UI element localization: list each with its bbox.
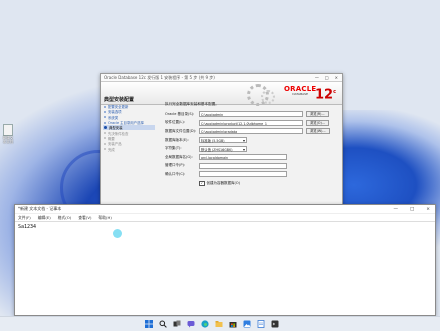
taskbar-icons bbox=[144, 319, 279, 328]
step-item: 完成 bbox=[103, 146, 155, 152]
minimize-button[interactable]: — bbox=[315, 75, 319, 80]
edge-browser-icon[interactable] bbox=[200, 319, 209, 328]
oracle-base-input[interactable]: C:\app\admin bbox=[199, 111, 303, 118]
step-dot-icon bbox=[104, 110, 106, 113]
charset-select[interactable]: 默认值 (ZHS16GBK) bbox=[199, 145, 247, 152]
db-edition-row: 数据库版本(E): 标准版 (5.5GB) bbox=[165, 136, 340, 145]
desktop-text-file-icon[interactable]: 新建文本文档 bbox=[2, 124, 14, 144]
notepad-minimize-button[interactable]: — bbox=[393, 207, 398, 212]
notepad-titlebar[interactable]: *新建 文本文档 - 记事本 — □ × bbox=[15, 205, 435, 214]
taskbar bbox=[0, 316, 440, 331]
file-explorer-icon[interactable] bbox=[214, 319, 223, 328]
step-dot-icon bbox=[104, 116, 106, 119]
installer-titlebar[interactable]: Oracle Database 12c 发行版 1 安装程序 - 第 5 步 (… bbox=[101, 74, 342, 82]
oracle-installer-window: Oracle Database 12c 发行版 1 安装程序 - 第 5 步 (… bbox=[100, 73, 343, 207]
step-dot-icon bbox=[104, 142, 106, 145]
admin-password-row: 管理口令(P): bbox=[165, 162, 340, 171]
step-dot-icon bbox=[104, 105, 106, 108]
container-db-checkbox-row[interactable]: ✓ 创建为容器数据库(O) bbox=[199, 180, 340, 187]
close-button[interactable]: × bbox=[335, 75, 338, 80]
admin-password-input[interactable] bbox=[199, 162, 287, 169]
menu-file[interactable]: 文件(F) bbox=[18, 215, 31, 221]
page-title: 典型安装配置 bbox=[104, 97, 135, 103]
maximize-button[interactable]: □ bbox=[325, 75, 329, 80]
notepad-text-area[interactable]: Sa1234 bbox=[15, 222, 435, 232]
installer-title: Oracle Database 12c 发行版 1 安装程序 - 第 5 步 (… bbox=[104, 74, 215, 80]
step-list: 配置安全更新 安装选项 系统类 Oracle 主目录用户选择 典型安装 先决条件… bbox=[103, 104, 155, 152]
charset-row: 字符集(T): 默认值 (ZHS16GBK) bbox=[165, 144, 340, 153]
notepad-title: *新建 文本文档 - 记事本 bbox=[18, 206, 62, 211]
step-dot-icon bbox=[104, 121, 106, 124]
container-db-label: 创建为容器数据库(O) bbox=[206, 181, 241, 185]
oracle-logo: ORACLE DATABASE bbox=[284, 85, 317, 96]
software-location-input[interactable]: C:\app\admin\product\12.1.0\dbhome_1 bbox=[199, 119, 303, 126]
menu-view[interactable]: 查看(V) bbox=[78, 215, 91, 221]
windows-start-icon[interactable] bbox=[144, 319, 153, 328]
global-db-name-row: 全局数据库名(G): orcl.localdomain bbox=[165, 153, 340, 162]
step-dot-icon bbox=[104, 137, 106, 140]
mouse-cursor-highlight bbox=[113, 229, 122, 238]
step-dot-icon bbox=[104, 132, 106, 135]
chat-icon[interactable] bbox=[186, 319, 195, 328]
version-logo: 12c bbox=[315, 87, 337, 103]
search-icon[interactable] bbox=[158, 319, 167, 328]
photos-icon[interactable] bbox=[242, 319, 251, 328]
global-db-name-input[interactable]: orcl.localdomain bbox=[199, 154, 287, 161]
oracle-base-row: Oracle 基目录(S): C:\app\admin 浏览(R)... bbox=[165, 110, 340, 119]
db-edition-select[interactable]: 标准版 (5.5GB) bbox=[199, 137, 247, 144]
menu-edit[interactable]: 编辑(E) bbox=[38, 215, 51, 221]
store-icon[interactable] bbox=[228, 319, 237, 328]
confirm-password-row: 确认口令(C): bbox=[165, 170, 340, 179]
step-dot-icon bbox=[104, 148, 106, 151]
step-dot-icon bbox=[104, 126, 107, 130]
notepad-window: *新建 文本文档 - 记事本 — □ × 文件(F) 编辑(E) 格式(O) 查… bbox=[14, 204, 436, 316]
db-file-location-input[interactable]: C:\app\admin\oradata bbox=[199, 128, 303, 135]
confirm-password-input[interactable] bbox=[199, 171, 287, 178]
container-db-checkbox[interactable]: ✓ bbox=[199, 180, 205, 187]
browse-base-button[interactable]: 浏览(R)... bbox=[306, 111, 329, 118]
form-intro: 执行完全数据库安装和基本配置。 bbox=[165, 102, 219, 106]
menu-format[interactable]: 格式(O) bbox=[58, 215, 72, 221]
notepad-close-button[interactable]: × bbox=[426, 207, 430, 212]
install-config-form: 执行完全数据库安装和基本配置。 Oracle 基目录(S): C:\app\ad… bbox=[165, 102, 340, 187]
software-location-row: 软件位置(L): C:\app\admin\product\12.1.0\dbh… bbox=[165, 119, 340, 128]
browse-software-button[interactable]: 浏览(O)... bbox=[306, 119, 329, 126]
task-view-icon[interactable] bbox=[172, 319, 181, 328]
notepad-maximize-button[interactable]: □ bbox=[410, 207, 414, 212]
menu-help[interactable]: 帮助(H) bbox=[98, 215, 111, 221]
desktop-icon-label: 新建文本文档 bbox=[2, 136, 14, 144]
browse-datafile-button[interactable]: 浏览(W)... bbox=[306, 128, 330, 135]
notepad-app-icon[interactable] bbox=[256, 319, 265, 328]
notepad-menubar: 文件(F) 编辑(E) 格式(O) 查看(V) 帮助(H) bbox=[15, 214, 435, 222]
terminal-icon[interactable] bbox=[270, 319, 279, 328]
text-file-icon bbox=[3, 124, 13, 136]
db-file-location-row: 数据库文件位置(D): C:\app\admin\oradata 浏览(W)..… bbox=[165, 127, 340, 136]
